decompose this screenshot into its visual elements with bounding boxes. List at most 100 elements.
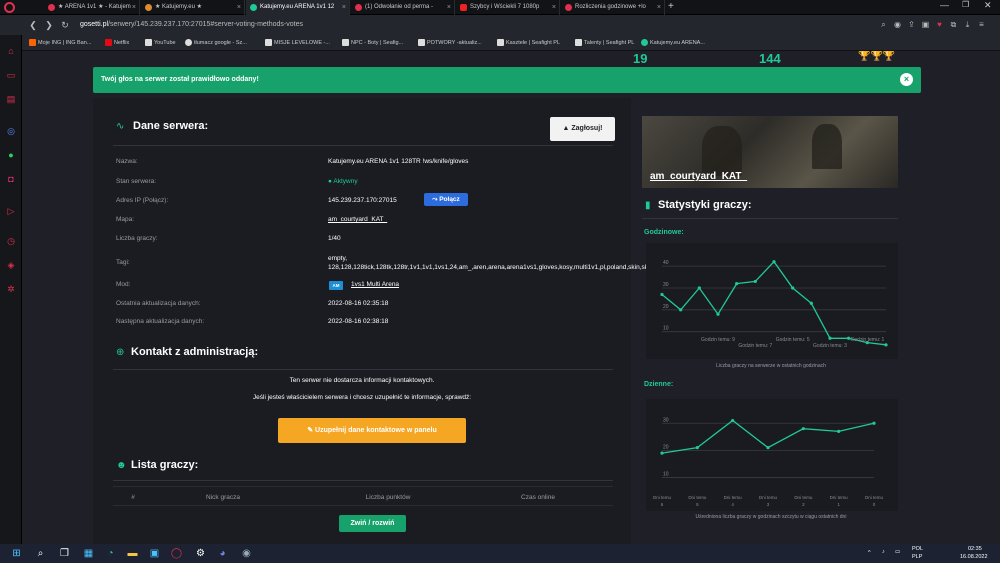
tab-4[interactable]: (1) Odwołanie od perma - × [351,0,455,15]
browser-tab-bar: ★ ARENA 1v1 ★ - Katujem × ★ Katujemy.eu ★… [0,0,1000,15]
bookmark-item[interactable]: NPC - Boty | Seafig... [341,35,403,51]
daily-chart-label: Dzienne: [644,381,674,388]
url-field[interactable]: gosetti.pl/serwery/145.239.237.170:27015… [80,18,860,32]
stats-section-title: Statystyki graczy: [658,199,752,211]
search-icon[interactable]: ⌕ [878,19,889,30]
bookmark-item[interactable]: POTWORY -aktualiz... [417,35,482,51]
x-tick-label: Dni temu [865,495,884,500]
y-tick-label: 10 [663,326,669,332]
instagram-icon[interactable]: ◘ [5,173,17,185]
maximize-window-button[interactable]: ❐ [962,0,969,9]
camera-icon[interactable]: ◉ [892,19,903,30]
row-label: Tagi: [116,259,130,266]
toggle-players-button[interactable]: Zwiń / rozwiń [339,515,406,532]
bookmark-item[interactable]: Moje ING | ING Ban... [28,35,91,51]
widgets-icon[interactable]: ▦ [82,547,95,560]
tab-label: Szybcy i Wściekli 7 1080p [470,4,540,10]
opera-icon[interactable]: ◯ [170,547,183,560]
hourly-chart-label: Godzinowe: [644,229,684,236]
map-figure [702,126,742,176]
network-icon[interactable]: ▭ [895,549,900,555]
close-tab-icon[interactable]: × [657,0,661,15]
url-path: /serwery/145.239.237.170:27015#server-vo… [108,21,303,28]
bookmark-item[interactable]: tłumacz google - Sz... [184,35,247,51]
connect-button[interactable]: ⤳ Połącz [424,193,468,206]
close-tab-icon[interactable]: × [447,0,451,15]
top-stats-strip: 19 144 🏆🏆🏆 [22,51,1000,67]
x-tick-label: 2 [802,502,805,507]
heart-icon[interactable]: ♥ [934,19,945,30]
tray-chevron-icon[interactable]: ^ [868,550,871,556]
steam-icon[interactable]: ⚙ [194,547,207,560]
vote-button[interactable]: ▲ Zagłosuj! [550,117,615,141]
edge-icon[interactable]: ◔ [104,547,117,560]
data-point [884,343,888,347]
bookmark-item[interactable]: Kasztele | Seafight PL [496,35,560,51]
data-point [801,427,805,431]
messenger-icon[interactable]: ◎ [5,125,17,137]
close-tab-icon[interactable]: × [342,0,346,15]
fill-contact-button[interactable]: ✎ Uzupełnij dane kontaktowe w panelu [278,418,466,443]
new-tab-button[interactable]: + [668,1,674,12]
opera-logo-icon[interactable] [4,2,15,13]
app-icon[interactable]: ◉ [240,547,253,560]
cube-icon[interactable]: ◈ [5,259,17,271]
player-icon[interactable]: ▷ [5,205,17,217]
language-indicator[interactable]: POL [912,546,923,552]
back-arrow-icon[interactable]: ❮ [26,18,40,32]
history-icon[interactable]: ◷ [5,235,17,247]
table-header: # [131,494,135,501]
close-tab-icon[interactable]: × [237,0,241,15]
windows-start-icon[interactable]: ⊞ [10,547,23,560]
bag-icon[interactable]: ▭ [5,69,17,81]
map-name-link[interactable]: am_courtyard_KAT_ [650,171,747,182]
data-point [837,429,841,433]
search-icon[interactable]: ⌕ [34,547,47,560]
close-alert-button[interactable]: × [900,73,913,86]
bookmark-item[interactable]: Netflix [104,35,129,51]
close-tab-icon[interactable]: × [552,0,556,15]
tab-6[interactable]: Rozliczenia godzinowe +lo × [561,0,665,15]
tab-label: Rozliczenia godzinowe +lo [575,4,646,10]
speaker-icon[interactable]: ♪ [882,549,885,555]
share-icon[interactable]: ⇪ [906,19,917,30]
minimize-window-button[interactable]: — [940,0,949,10]
whatsapp-icon[interactable]: ● [5,149,17,161]
store-icon[interactable]: ▣ [148,547,161,560]
download-icon[interactable]: ⤓ [962,19,973,30]
menu-icon[interactable]: ≡ [976,19,987,30]
page-icon [418,39,425,46]
clock-time[interactable]: 02:35 [968,546,982,552]
bookmark-item[interactable]: Talenty | Seafight PL [574,35,634,51]
file-explorer-icon[interactable]: ▬ [126,547,139,560]
close-window-button[interactable]: ✕ [984,0,992,11]
home-icon[interactable]: ⌂ [5,45,17,57]
task-view-icon[interactable]: ❐ [58,547,71,560]
x-tick-label: Dni temu [688,495,707,500]
data-point [716,312,720,316]
bookmark-item[interactable]: Katujemy.eu ARENA... [640,35,705,51]
table-header: Czas online [521,494,555,501]
tab-2[interactable]: ★ Katujemy.eu ★ × [141,0,245,15]
tab-1[interactable]: ★ ARENA 1v1 ★ - Katujem × [44,0,140,15]
wallet-icon[interactable]: ▣ [920,19,931,30]
reload-icon[interactable]: ↻ [58,18,72,32]
mod-link[interactable]: 1vs1 Multi Arena [351,281,399,288]
row-label: Stan serwera: [116,178,157,185]
discord-icon[interactable]: ◕ [216,547,229,560]
forward-arrow-icon[interactable]: ❯ [42,18,56,32]
close-tab-icon[interactable]: × [132,0,136,15]
settings-icon[interactable]: ✲ [5,283,17,295]
table-header: Nick gracza [206,494,240,501]
map-link[interactable]: am_courtyard_KAT_ [328,216,387,223]
twitch-icon[interactable]: ▤ [5,93,17,105]
bookmark-item[interactable]: YouTube [144,35,176,51]
bookmark-item[interactable]: MISJE LEVELOWE -... [264,35,330,51]
tab-5[interactable]: Szybcy i Wściekli 7 1080p × [456,0,560,15]
extensions-icon[interactable]: ⧉ [948,19,959,30]
tab-3[interactable]: Katujemy.eu ARENA 1v1 12 × [246,0,350,15]
x-tick-label: 3 [767,502,770,507]
pulse-icon: ∿ [116,121,125,132]
divider [113,145,613,146]
last-update: 2022-08-16 02:35:18 [328,300,389,307]
